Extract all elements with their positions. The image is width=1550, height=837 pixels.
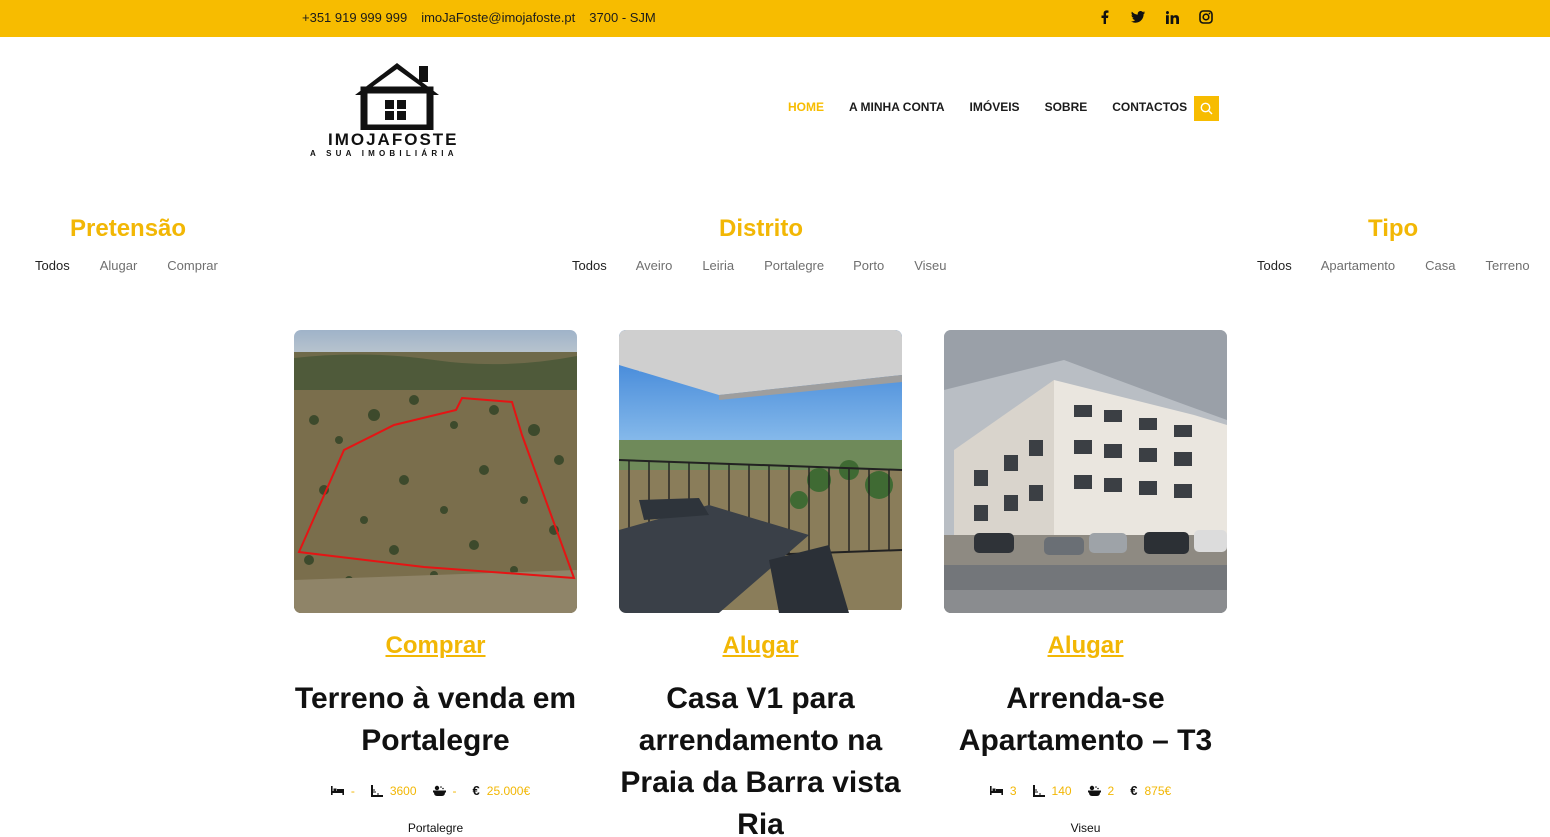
logo-name: IMOJAFOSTE	[328, 130, 459, 149]
nav-home[interactable]: HOME	[788, 100, 824, 114]
property-price: 875€	[1144, 783, 1172, 798]
property-title[interactable]: Arrenda-se Apartamento – T3	[934, 678, 1237, 762]
search-button[interactable]	[1194, 96, 1219, 121]
filter-tipo-apartamento[interactable]: Apartamento	[1321, 258, 1395, 273]
property-baths: 2	[1107, 783, 1115, 798]
property-card[interactable]: Alugar Arrenda-se Apartamento – T3 3 140…	[944, 330, 1227, 835]
property-image[interactable]	[619, 330, 902, 613]
search-icon	[1200, 102, 1213, 115]
property-title[interactable]: Casa V1 para arrendamento na Praia da Ba…	[609, 678, 912, 837]
instagram-icon[interactable]	[1198, 9, 1214, 25]
filter-distrito-aveiro[interactable]: Aveiro	[636, 258, 673, 273]
nav-about[interactable]: SOBRE	[1045, 100, 1088, 114]
filter-distrito-portalegre[interactable]: Portalegre	[764, 258, 824, 273]
nav-contacts[interactable]: CONTACTOS	[1112, 100, 1187, 114]
bath-icon	[1087, 785, 1101, 797]
filter-distrito-viseu[interactable]: Viseu	[914, 258, 946, 273]
filter-distrito-porto[interactable]: Porto	[853, 258, 884, 273]
filter-title-pretensao: Pretensão	[70, 215, 187, 242]
property-title[interactable]: Terreno à venda em Portalegre	[284, 678, 587, 762]
property-card[interactable]: Alugar Casa V1 para arrendamento na Prai…	[619, 330, 902, 837]
nav-properties[interactable]: IMÓVEIS	[970, 100, 1020, 114]
phone-number[interactable]: +351 919 999 999	[302, 10, 407, 25]
facebook-icon[interactable]	[1096, 9, 1112, 25]
filter-title-distrito: Distrito	[719, 215, 803, 242]
filter-title-tipo: Tipo	[1368, 215, 1419, 242]
twitter-icon[interactable]	[1130, 9, 1146, 25]
property-baths: -	[452, 783, 457, 798]
house-logo-icon	[355, 63, 439, 132]
main-nav: HOME A MINHA CONTA IMÓVEIS SOBRE CONTACT…	[788, 100, 1187, 114]
property-image[interactable]	[294, 330, 577, 613]
bed-icon	[330, 786, 344, 795]
location-text: 3700 - SJM	[589, 10, 656, 25]
property-rooms: -	[350, 783, 355, 798]
filter-distrito-todos[interactable]: Todos	[572, 258, 607, 273]
area-icon	[370, 784, 383, 797]
filter-distrito-leiria[interactable]: Leiria	[702, 258, 734, 273]
linkedin-icon[interactable]	[1164, 9, 1180, 25]
euro-icon: €	[1130, 783, 1138, 798]
filter-tipo-todos[interactable]: Todos	[1257, 258, 1292, 273]
nav-account[interactable]: A MINHA CONTA	[849, 100, 945, 114]
filter-pretensao-alugar[interactable]: Alugar	[100, 258, 138, 273]
property-price: 25.000€	[486, 783, 531, 798]
filter-tipo: Todos Apartamento Casa Terreno	[1257, 258, 1530, 273]
filter-distrito: Todos Aveiro Leiria Portalegre Porto Vis…	[572, 258, 946, 273]
property-location: Portalegre	[407, 821, 464, 835]
filter-tipo-casa[interactable]: Casa	[1425, 258, 1455, 273]
property-card[interactable]: Comprar Terreno à venda em Portalegre - …	[294, 330, 577, 835]
property-meta: - 3600 - €25.000€	[294, 783, 577, 798]
property-location: Viseu	[1070, 821, 1101, 835]
property-rooms: 3	[1009, 783, 1017, 798]
email-address[interactable]: imoJaFoste@imojafoste.pt	[421, 10, 575, 25]
property-category[interactable]: Alugar	[944, 632, 1227, 660]
filter-tipo-terreno[interactable]: Terreno	[1486, 258, 1530, 273]
bath-icon	[432, 785, 446, 797]
area-icon	[1032, 784, 1045, 797]
euro-icon: €	[472, 783, 480, 798]
bed-icon	[989, 786, 1003, 795]
property-category[interactable]: Alugar	[619, 632, 902, 660]
top-bar: +351 919 999 999 imoJaFoste@imojafoste.p…	[0, 0, 1550, 37]
property-area: 3600	[389, 783, 417, 798]
site-logo[interactable]: IMOJAFOSTE A SUA IMOBILIÁRIA	[308, 60, 488, 160]
filter-pretensao-todos[interactable]: Todos	[35, 258, 70, 273]
property-area: 140	[1051, 783, 1072, 798]
filter-pretensao-comprar[interactable]: Comprar	[167, 258, 218, 273]
contact-info: +351 919 999 999 imoJaFoste@imojafoste.p…	[302, 10, 656, 25]
property-category[interactable]: Comprar	[294, 632, 577, 660]
logo-tagline: A SUA IMOBILIÁRIA	[310, 149, 458, 158]
property-image[interactable]	[944, 330, 1227, 613]
filter-pretensao: Todos Alugar Comprar	[35, 258, 218, 273]
social-links	[1096, 9, 1214, 25]
property-meta: 3 140 2 €875€	[944, 783, 1227, 798]
